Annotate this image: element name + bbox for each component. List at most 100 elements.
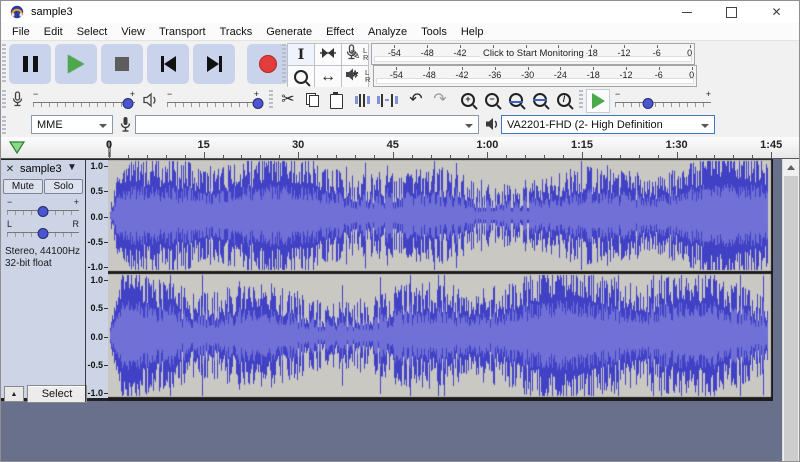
cut-button[interactable]: ✂: [277, 89, 299, 111]
copy-button[interactable]: [301, 89, 323, 111]
stop-icon: [115, 57, 129, 71]
playback-volume-slider[interactable]: − +: [167, 90, 259, 110]
menu-edit[interactable]: Edit: [37, 24, 70, 40]
play-at-speed-grip[interactable]: [579, 90, 583, 110]
pan-thumb[interactable]: [38, 228, 49, 239]
menu-help[interactable]: Help: [454, 24, 491, 40]
track-name[interactable]: sample3: [20, 163, 62, 175]
playback-meter[interactable]: LR -54-48-42-36-30-24-18-12-60: [345, 65, 697, 86]
amplitude-label: 1.0: [90, 161, 103, 171]
track-close-button[interactable]: ✕: [4, 163, 16, 175]
cut-icon: ✂: [281, 92, 294, 108]
recording-volume-slider[interactable]: − +: [33, 90, 135, 110]
minimize-button[interactable]: [664, 1, 709, 23]
amplitude-label: -1.0: [87, 388, 103, 398]
play-at-speed-button[interactable]: [586, 89, 610, 113]
zoom-out-icon: −: [485, 93, 499, 107]
amplitude-label: 0.0: [90, 332, 103, 342]
gain-thumb[interactable]: [38, 206, 49, 217]
tools-toolbar-grip[interactable]: [282, 44, 286, 84]
maximize-button[interactable]: [709, 1, 754, 23]
menu-file[interactable]: File: [5, 24, 37, 40]
audio-host-select[interactable]: MME: [31, 115, 113, 134]
chevron-down-icon: [99, 124, 107, 128]
paste-button[interactable]: [325, 89, 347, 111]
playback-device-value: VA2201-FHD (2- High Definition: [507, 119, 663, 131]
close-button[interactable]: ✕: [754, 1, 799, 23]
timeline-pin-button[interactable]: [7, 140, 27, 155]
amplitude-label: 0.5: [90, 186, 103, 196]
amplitude-label: 0.0: [90, 212, 103, 222]
menu-tools[interactable]: Tools: [414, 24, 454, 40]
recording-device-select[interactable]: [135, 115, 479, 134]
zoom-tool-button[interactable]: [288, 66, 314, 87]
mute-button[interactable]: Mute: [3, 179, 43, 194]
recording-meter[interactable]: LR -54-48-42-18-12-60Click to Start Moni…: [345, 43, 695, 64]
pin-triangle-icon: [9, 141, 25, 154]
stop-button[interactable]: [101, 44, 143, 84]
trim-audio-button[interactable]: [351, 89, 373, 111]
transport-toolbar-grip[interactable]: [2, 44, 6, 84]
track-collapse-button[interactable]: ▲: [4, 386, 24, 402]
playback-meter-body[interactable]: -54-48-42-36-30-24-18-12-60: [373, 65, 697, 87]
menu-view[interactable]: View: [114, 24, 152, 40]
timeshift-tool-button[interactable]: ↔: [315, 66, 341, 87]
timeline-tick: [582, 152, 583, 158]
zoom-out-button[interactable]: −: [481, 89, 503, 111]
redo-button[interactable]: ↷: [429, 89, 451, 111]
zoom-toggle-icon: /: [557, 93, 571, 107]
monitor-prompt-text[interactable]: Click to Start Monitoring: [480, 48, 587, 59]
play-icon: [68, 55, 84, 73]
vertical-scrollbar[interactable]: [782, 159, 799, 462]
timeline-tick: [620, 155, 621, 158]
recording-volume-thumb[interactable]: [122, 98, 133, 109]
skip-to-end-button[interactable]: [193, 44, 235, 84]
menu-generate[interactable]: Generate: [259, 24, 319, 40]
menu-tracks[interactable]: Tracks: [213, 24, 260, 40]
amplitude-label: -0.5: [87, 360, 103, 370]
play-button[interactable]: [55, 44, 97, 84]
menu-transport[interactable]: Transport: [152, 24, 213, 40]
playback-device-select[interactable]: VA2201-FHD (2- High Definition: [501, 115, 715, 134]
zoom-in-button[interactable]: +: [457, 89, 479, 111]
gain-slider[interactable]: − +: [7, 198, 79, 218]
solo-button[interactable]: Solo: [44, 179, 83, 194]
amplitude-ruler: 1.00.50.0-0.5-1.01.00.50.0-0.5-1.0: [85, 160, 108, 402]
speaker-icon: [345, 67, 360, 85]
track-menu-button[interactable]: ▼: [67, 162, 77, 173]
track-format-info: Stereo, 44100Hz: [5, 246, 80, 257]
scrollbar-up-button[interactable]: [783, 159, 799, 175]
paste-icon: [330, 94, 343, 109]
play-speed-thumb[interactable]: [642, 98, 653, 109]
recording-meter-body[interactable]: -54-48-42-18-12-60Click to Start Monitor…: [371, 43, 695, 65]
timeline-ruler[interactable]: 01530451:001:151:301:45: [1, 137, 799, 159]
timeline-tick: [544, 155, 545, 158]
menu-select[interactable]: Select: [70, 24, 115, 40]
edit-toolbar-grip[interactable]: [269, 90, 273, 110]
play-speed-slider[interactable]: − +: [615, 90, 711, 110]
amplitude-label: 1.0: [90, 275, 103, 285]
skip-to-start-button[interactable]: [147, 44, 189, 84]
mixer-toolbar-grip[interactable]: [2, 90, 6, 110]
menu-effect[interactable]: Effect: [319, 24, 361, 40]
track-select-button[interactable]: Select: [27, 385, 87, 403]
envelope-tool-button[interactable]: [315, 44, 341, 65]
scrollbar-thumb[interactable]: [784, 176, 798, 462]
zoom-toggle-button[interactable]: /: [553, 89, 575, 111]
undo-button[interactable]: ↶: [405, 89, 427, 111]
silence-audio-button[interactable]: [376, 89, 398, 111]
zoom-selection-button[interactable]: [505, 89, 527, 111]
amplitude-label: 0.5: [90, 303, 103, 313]
menu-analyze[interactable]: Analyze: [361, 24, 414, 40]
device-toolbar-grip[interactable]: [2, 116, 6, 134]
timeline-tick: [714, 155, 715, 158]
playback-volume-thumb[interactable]: [253, 98, 264, 109]
selection-tool-button[interactable]: I: [288, 44, 314, 65]
waveform-canvas[interactable]: [108, 159, 773, 401]
device-toolbar: MME VA2201-FHD (2- High Definition: [1, 113, 799, 138]
track-bitdepth-info: 32-bit float: [5, 258, 52, 269]
minus-label: −: [167, 89, 172, 99]
pause-button[interactable]: [9, 44, 51, 84]
fit-project-button[interactable]: [529, 89, 551, 111]
pan-slider[interactable]: L R: [7, 220, 79, 240]
